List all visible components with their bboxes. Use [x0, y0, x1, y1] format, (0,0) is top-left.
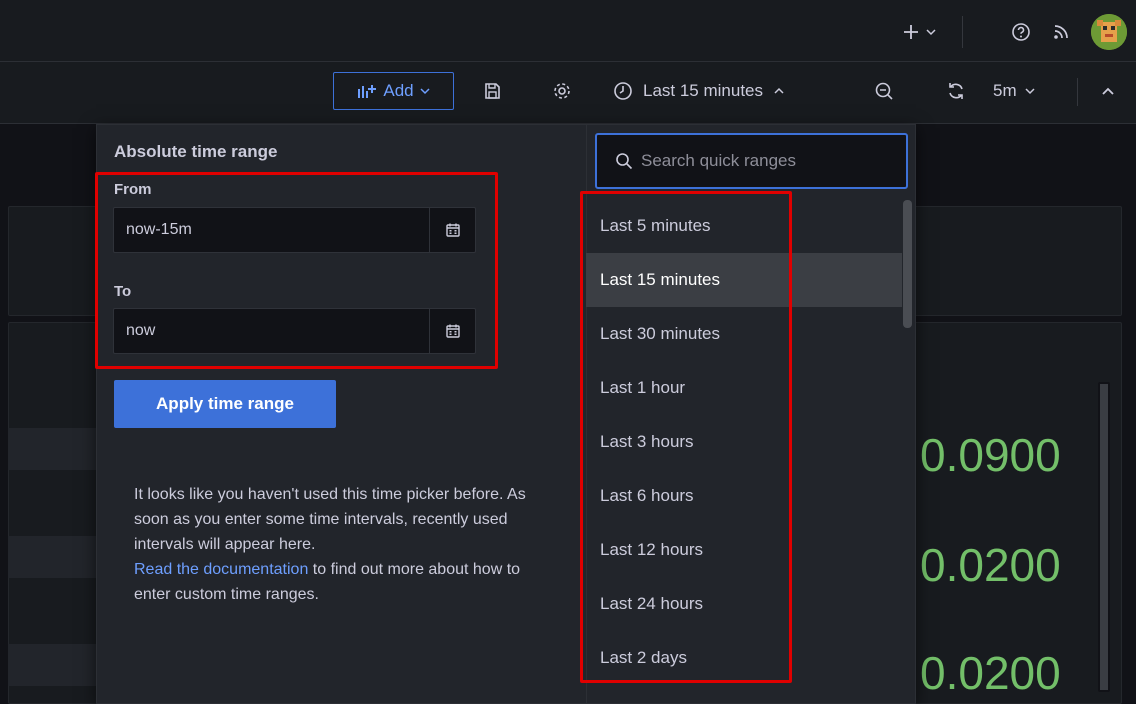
chevron-down-icon: [1025, 88, 1035, 95]
quick-ranges-search: [595, 133, 908, 189]
news-button[interactable]: [1045, 16, 1077, 48]
user-avatar[interactable]: [1091, 14, 1127, 50]
quick-range-item[interactable]: Last 30 minutes: [586, 307, 902, 361]
to-label: To: [114, 283, 132, 300]
apply-time-range-button[interactable]: Apply time range: [114, 380, 336, 428]
table-row: [8, 536, 98, 578]
new-menu-button[interactable]: [893, 16, 945, 48]
gear-icon: [554, 83, 570, 99]
clock-icon: [614, 82, 632, 100]
quick-ranges-scrollbar[interactable]: [903, 200, 912, 328]
quick-range-item[interactable]: Last 15 minutes: [586, 253, 902, 307]
refresh-icon: [949, 83, 963, 99]
stat-value: 0.0900: [920, 429, 1061, 481]
table-row: [8, 428, 98, 470]
absolute-range-title: Absolute time range: [114, 142, 278, 161]
zoom-out-button[interactable]: [868, 75, 900, 107]
calendar-icon: [445, 324, 460, 338]
chevron-down-icon: [420, 88, 430, 95]
question-circle-icon: [1012, 23, 1030, 41]
rss-icon: [1054, 25, 1068, 39]
quick-range-item[interactable]: Last 12 hours: [586, 523, 902, 577]
quick-range-item[interactable]: Last 3 hours: [586, 415, 902, 469]
from-field: [113, 207, 476, 253]
quick-range-item[interactable]: Last 1 hour: [586, 361, 902, 415]
table-row: [8, 644, 98, 686]
to-input[interactable]: [114, 309, 429, 353]
chevron-up-icon: [1102, 87, 1114, 95]
plus-icon: [904, 25, 918, 39]
documentation-link[interactable]: Read the documentation: [134, 561, 308, 578]
top-bar: [0, 0, 1136, 62]
dashboard-settings-button[interactable]: [546, 75, 578, 107]
zoom-out-icon: [875, 82, 893, 100]
time-range-label: Last 15 minutes: [643, 81, 764, 100]
refresh-button[interactable]: [940, 75, 972, 107]
add-panel-icon: [358, 85, 377, 98]
refresh-interval-picker[interactable]: 5m: [985, 72, 1065, 110]
to-field: [113, 308, 476, 354]
search-quick-ranges-input[interactable]: [641, 151, 906, 171]
avatar-pattern: [1091, 14, 1127, 50]
recent-ranges-help: It looks like you haven't used this time…: [134, 482, 534, 607]
save-icon: [485, 83, 500, 99]
save-dashboard-button[interactable]: [476, 75, 508, 107]
chevron-up-icon: [774, 87, 784, 94]
help-button[interactable]: [1005, 16, 1037, 48]
collapse-toolbar-button[interactable]: [1092, 75, 1124, 107]
refresh-interval-label: 5m: [993, 81, 1017, 100]
top-bar-divider: [962, 16, 963, 48]
stat-value: 0.0200: [920, 647, 1061, 699]
chevron-down-icon: [926, 29, 936, 36]
stat-value: 0.0200: [920, 539, 1061, 591]
help-message: It looks like you haven't used this time…: [134, 486, 526, 553]
quick-range-item[interactable]: Last 24 hours: [586, 577, 902, 631]
quick-range-item[interactable]: Last 5 minutes: [586, 199, 902, 253]
from-label: From: [114, 181, 152, 198]
add-button[interactable]: Add: [333, 72, 454, 110]
search-icon: [616, 153, 633, 170]
quick-range-item[interactable]: Last 6 hours: [586, 469, 902, 523]
from-calendar-button[interactable]: [429, 208, 475, 252]
time-range-picker-button[interactable]: Last 15 minutes: [605, 72, 855, 110]
add-button-label: Add: [383, 81, 414, 100]
from-input[interactable]: [114, 208, 429, 252]
stat-gauge-bar: [1098, 382, 1110, 692]
quick-range-item[interactable]: Last 2 days: [586, 631, 902, 685]
toolbar-divider: [1077, 78, 1078, 106]
calendar-icon: [445, 223, 460, 237]
to-calendar-button[interactable]: [429, 309, 475, 353]
